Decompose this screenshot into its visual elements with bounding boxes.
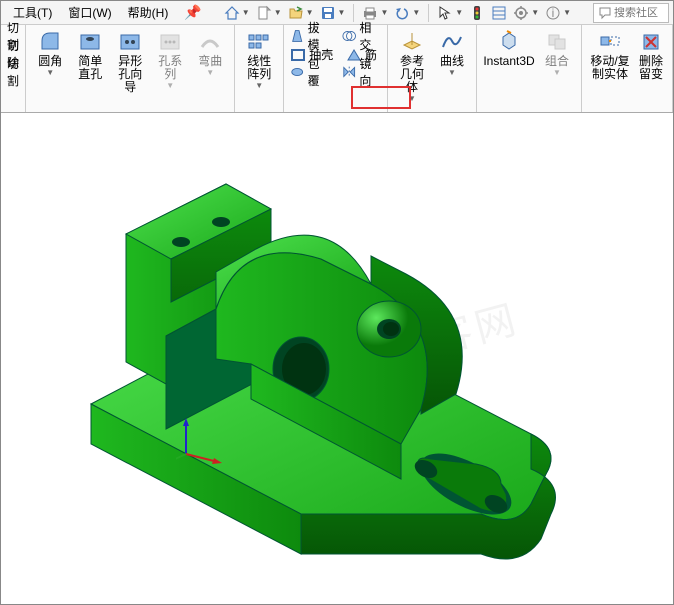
info-icon[interactable]: i bbox=[543, 3, 563, 23]
coordinate-triad bbox=[176, 414, 226, 464]
dropdown-icon[interactable]: ▼ bbox=[242, 8, 250, 17]
simple-hole-button[interactable]: 简单直孔 bbox=[70, 27, 110, 96]
dropdown-icon[interactable]: ▼ bbox=[563, 8, 571, 17]
instant3d-button[interactable]: Instant3D bbox=[481, 27, 537, 79]
dropdown-icon[interactable]: ▼ bbox=[531, 8, 539, 17]
move-copy-button[interactable]: 移动/复制实体 bbox=[586, 27, 634, 83]
dropdown-icon[interactable]: ▼ bbox=[380, 8, 388, 17]
mirror-icon bbox=[342, 64, 356, 80]
mirror-button[interactable]: 镜向 bbox=[359, 55, 381, 89]
bend-button[interactable]: 弯曲▼ bbox=[190, 27, 230, 96]
dropdown-icon[interactable]: ▼ bbox=[274, 8, 282, 17]
open-icon[interactable] bbox=[286, 3, 306, 23]
combine-button[interactable]: 组合▼ bbox=[537, 27, 577, 79]
cut2-button[interactable]: 切割 bbox=[5, 63, 21, 81]
svg-text:i: i bbox=[552, 6, 555, 20]
select-icon[interactable] bbox=[435, 3, 455, 23]
menu-bar: 工具(T) 窗口(W) 帮助(H) 📌 ▼ ▼ ▼ ▼ ▼ ▼ ▼ ▼ i ▼ bbox=[1, 1, 673, 25]
quick-access-toolbar: ▼ ▼ ▼ ▼ ▼ ▼ ▼ ▼ i ▼ bbox=[222, 3, 573, 23]
hole-series-button[interactable]: 孔系列▼ bbox=[150, 27, 190, 96]
options-icon[interactable] bbox=[489, 3, 509, 23]
linear-pattern-button[interactable]: 线性阵列▼ bbox=[239, 27, 279, 92]
intersect-icon bbox=[342, 28, 356, 44]
traffic-light-icon[interactable] bbox=[467, 3, 487, 23]
menu-window[interactable]: 窗口(W) bbox=[60, 1, 119, 24]
3d-viewport[interactable]: 溪风博客网 bbox=[1, 114, 673, 604]
wrap-button[interactable]: 包覆 镜向 bbox=[288, 63, 383, 81]
curves-button[interactable]: 曲线▼ bbox=[432, 27, 472, 105]
dropdown-icon[interactable]: ▼ bbox=[412, 8, 420, 17]
dropdown-icon[interactable]: ▼ bbox=[306, 8, 314, 17]
search-box[interactable] bbox=[593, 3, 669, 23]
3d-model[interactable] bbox=[1, 114, 674, 604]
settings-icon[interactable] bbox=[511, 3, 531, 23]
pin-icon[interactable]: 📌 bbox=[184, 4, 201, 21]
ribbon: 切割 切除 切割 圆角▼ 简单直孔 异形孔向导 孔系列▼ 弯曲▼ 线性阵 bbox=[1, 25, 673, 113]
draft-button[interactable]: 拔模 相交 bbox=[288, 27, 383, 45]
dropdown-icon[interactable]: ▼ bbox=[455, 8, 463, 17]
new-icon[interactable] bbox=[254, 3, 274, 23]
ref-geometry-button[interactable]: 参考几何体▼ bbox=[392, 27, 432, 105]
hole-wizard-button[interactable]: 异形孔向导 bbox=[110, 27, 150, 96]
dropdown-icon[interactable]: ▼ bbox=[338, 8, 346, 17]
home-icon[interactable] bbox=[222, 3, 242, 23]
search-input[interactable] bbox=[614, 7, 664, 19]
menu-help[interactable]: 帮助(H) bbox=[120, 1, 177, 24]
fillet-button[interactable]: 圆角▼ bbox=[30, 27, 70, 96]
delete-keep-button[interactable]: 删除留变 bbox=[634, 27, 668, 83]
speech-bubble-icon bbox=[598, 6, 612, 20]
undo-icon[interactable] bbox=[392, 3, 412, 23]
